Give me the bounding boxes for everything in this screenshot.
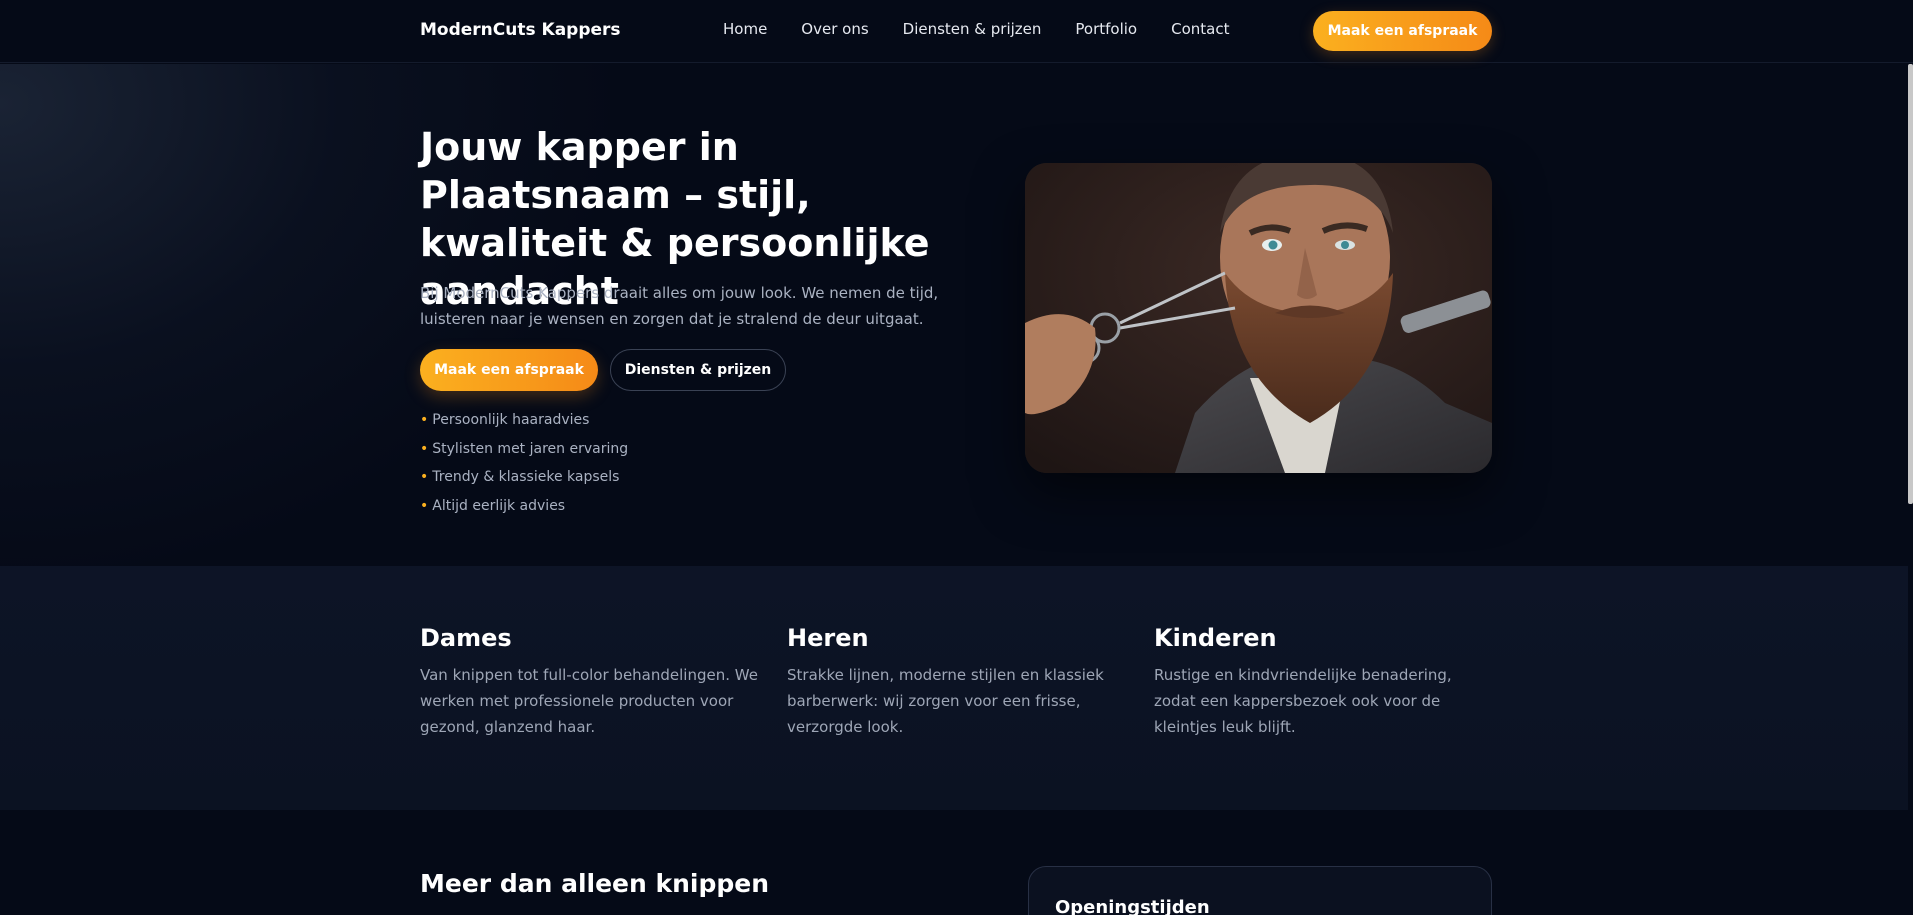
- list-item: • Persoonlijk haaradvies: [420, 406, 628, 435]
- bottom-section: [0, 810, 1908, 915]
- opening-hours-card: Openingstijden: [1028, 866, 1492, 915]
- nav-portfolio[interactable]: Portfolio: [1075, 20, 1137, 38]
- header-appointment-button[interactable]: Maak een afspraak: [1313, 11, 1492, 51]
- brand-logo[interactable]: ModernCuts Kappers: [420, 20, 621, 40]
- list-item: • Trendy & klassieke kapsels: [420, 463, 628, 492]
- bullet-icon: •: [420, 497, 429, 514]
- bullet-icon: •: [420, 412, 429, 428]
- nav-diensten-prijzen[interactable]: Diensten & prijzen: [903, 20, 1042, 38]
- service-title: Kinderen: [1154, 624, 1277, 652]
- hero-appointment-button[interactable]: Maak een afspraak: [420, 349, 598, 391]
- site-header: ModernCuts Kappers Home Over ons Dienste…: [0, 0, 1913, 63]
- list-item: • Altijd eerlijk advies: [420, 492, 628, 521]
- barber-illustration: [1025, 163, 1492, 473]
- service-description: Strakke lijnen, moderne stijlen en klass…: [787, 666, 1104, 736]
- service-description: Rustige en kindvriendelijke benadering, …: [1154, 666, 1452, 736]
- list-item-label: Altijd eerlijk advies: [432, 497, 566, 514]
- bullet-icon: •: [420, 440, 429, 457]
- list-item-label: Trendy & klassieke kapsels: [432, 469, 620, 485]
- service-title: Heren: [787, 624, 869, 652]
- nav-over-ons[interactable]: Over ons: [801, 20, 868, 38]
- hero-feature-list: • Persoonlijk haaradvies • Stylisten met j…: [420, 406, 628, 520]
- hero-intro-text: Bij ModernCuts Kappers draait alles om j…: [420, 284, 939, 328]
- list-item-label: Persoonlijk haaradvies: [432, 412, 590, 428]
- service-card-kinderen: Kinderen Rustige en kindvriendelijke ben…: [1154, 624, 1494, 740]
- nav-contact[interactable]: Contact: [1171, 20, 1229, 38]
- bullet-icon: •: [420, 469, 429, 485]
- nav-home[interactable]: Home: [723, 20, 767, 38]
- hero-barber-photo: [1025, 163, 1492, 473]
- section-title-more: Meer dan alleen knippen: [420, 869, 770, 898]
- page-scrollbar[interactable]: [1908, 64, 1913, 504]
- hero-services-button[interactable]: Diensten & prijzen: [610, 349, 786, 391]
- service-card-dames: Dames Van knippen tot full-color behande…: [420, 624, 760, 740]
- service-description: Van knippen tot full-color behandelingen…: [420, 666, 758, 736]
- service-title: Dames: [420, 624, 512, 652]
- list-item: • Stylisten met jaren ervaring: [420, 435, 628, 464]
- list-item-label: Stylisten met jaren ervaring: [432, 440, 629, 457]
- opening-hours-title: Openingstijden: [1055, 897, 1210, 915]
- main-nav: Home Over ons Diensten & prijzen Portfol…: [723, 20, 1263, 38]
- service-card-heren: Heren Strakke lijnen, moderne stijlen en…: [787, 624, 1127, 740]
